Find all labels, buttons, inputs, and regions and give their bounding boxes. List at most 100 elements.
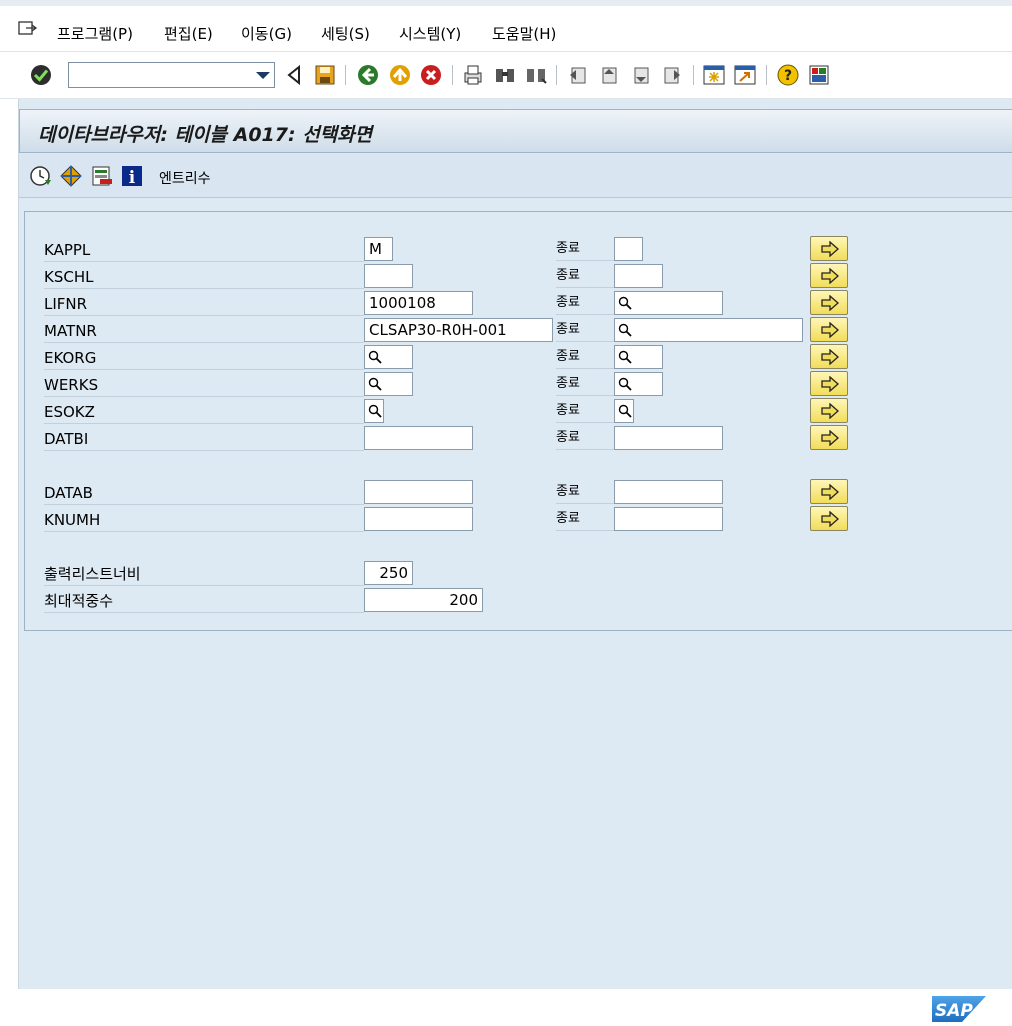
to-label: 종료 xyxy=(556,399,616,423)
search-help-icon[interactable] xyxy=(368,404,382,418)
print-icon[interactable] xyxy=(461,63,485,87)
field-label-esokz: ESOKZ xyxy=(44,400,364,424)
menu-edit[interactable]: 편집(E) xyxy=(164,23,213,44)
menu-program[interactable]: 프로그램(P) xyxy=(57,23,133,44)
main-area: 데이타브라우저: 테이블 A017: 선택화면 i 엔트리수 KAPPL M 종… xyxy=(18,99,1012,989)
command-field[interactable] xyxy=(68,62,275,88)
menu-icon[interactable] xyxy=(18,20,38,38)
matnr-multiple-selection-button[interactable] xyxy=(810,317,848,342)
lifnr-multiple-selection-button[interactable] xyxy=(810,290,848,315)
first-page-icon[interactable] xyxy=(566,63,590,87)
selection-options-icon[interactable] xyxy=(59,164,83,188)
field-label-knumh: KNUMH xyxy=(44,508,364,532)
ekorg-from-input[interactable] xyxy=(364,345,413,369)
execute-icon[interactable] xyxy=(29,164,53,188)
arrow-right-icon xyxy=(821,241,839,257)
chevron-down-icon[interactable] xyxy=(256,72,270,79)
datbi-from-input[interactable] xyxy=(364,426,473,450)
to-label: 종료 xyxy=(556,507,616,531)
arrow-right-icon xyxy=(821,376,839,392)
field-label-matnr: MATNR xyxy=(44,319,364,343)
new-session-icon[interactable] xyxy=(702,63,726,87)
shortcut-icon[interactable] xyxy=(733,63,757,87)
standard-toolbar: ? xyxy=(0,53,1012,99)
help-icon[interactable]: ? xyxy=(776,63,800,87)
datab-multiple-selection-button[interactable] xyxy=(810,479,848,504)
menu-settings[interactable]: 세팅(S) xyxy=(321,23,370,44)
menu-goto[interactable]: 이동(G) xyxy=(241,23,292,44)
arrow-right-icon xyxy=(821,484,839,500)
next-page-icon[interactable] xyxy=(629,63,653,87)
back-icon[interactable] xyxy=(283,63,307,87)
matnr-to-input[interactable] xyxy=(614,318,803,342)
menu-help[interactable]: 도움말(H) xyxy=(492,23,556,44)
werks-to-input[interactable] xyxy=(614,372,663,396)
arrow-right-icon xyxy=(821,511,839,527)
arrow-right-icon xyxy=(821,403,839,419)
separator xyxy=(693,65,694,85)
to-label: 종료 xyxy=(556,291,616,315)
menu-bar: 프로그램(P) 편집(E) 이동(G) 세팅(S) 시스템(Y) 도움말(H) xyxy=(0,0,1012,52)
output-width-input[interactable]: 250 xyxy=(364,561,413,585)
save-icon[interactable] xyxy=(313,63,337,87)
werks-from-input[interactable] xyxy=(364,372,413,396)
kappl-multiple-selection-button[interactable] xyxy=(810,236,848,261)
cancel-icon[interactable] xyxy=(419,63,443,87)
delete-selection-icon[interactable] xyxy=(90,164,114,188)
esokz-to-input[interactable] xyxy=(614,399,634,423)
ekorg-multiple-selection-button[interactable] xyxy=(810,344,848,369)
datab-from-input[interactable] xyxy=(364,480,473,504)
number-of-entries-button[interactable]: 엔트리수 xyxy=(159,168,211,188)
esokz-from-input[interactable] xyxy=(364,399,384,423)
knumh-to-input[interactable] xyxy=(614,507,723,531)
kappl-to-input[interactable] xyxy=(614,237,643,261)
to-label: 종료 xyxy=(556,345,616,369)
max-hits-input[interactable]: 200 xyxy=(364,588,483,612)
svg-text:SAP: SAP xyxy=(935,1001,973,1021)
to-label: 종료 xyxy=(556,264,616,288)
search-help-icon[interactable] xyxy=(618,296,632,310)
exit-icon[interactable] xyxy=(388,63,412,87)
find-icon[interactable] xyxy=(493,63,517,87)
search-help-icon[interactable] xyxy=(618,350,632,364)
to-label: 종료 xyxy=(556,480,616,504)
search-help-icon[interactable] xyxy=(368,350,382,364)
esokz-multiple-selection-button[interactable] xyxy=(810,398,848,423)
back-green-icon[interactable] xyxy=(356,63,380,87)
search-help-icon[interactable] xyxy=(618,323,632,337)
kschl-to-input[interactable] xyxy=(614,264,663,288)
info-icon[interactable]: i xyxy=(120,164,144,188)
matnr-from-input[interactable]: CLSAP30-R0H-001 xyxy=(364,318,553,342)
lifnr-to-input[interactable] xyxy=(614,291,723,315)
enter-icon[interactable] xyxy=(29,63,53,87)
field-label-lifnr: LIFNR xyxy=(44,292,364,316)
lifnr-from-input[interactable]: 1000108 xyxy=(364,291,473,315)
kappl-from-input[interactable]: M xyxy=(364,237,393,261)
find-next-icon[interactable] xyxy=(524,63,548,87)
field-label-kappl: KAPPL xyxy=(44,238,364,262)
arrow-right-icon xyxy=(821,430,839,446)
knumh-multiple-selection-button[interactable] xyxy=(810,506,848,531)
to-label: 종료 xyxy=(556,237,616,261)
search-help-icon[interactable] xyxy=(618,404,632,418)
svg-text:i: i xyxy=(129,168,136,188)
selection-panel: KAPPL M 종료 KSCHL 종료 LIFNR 1000108 종료 MAT… xyxy=(24,211,1012,631)
separator xyxy=(556,65,557,85)
werks-multiple-selection-button[interactable] xyxy=(810,371,848,396)
kschl-from-input[interactable] xyxy=(364,264,413,288)
datab-to-input[interactable] xyxy=(614,480,723,504)
arrow-right-icon xyxy=(821,322,839,338)
menu-system[interactable]: 시스템(Y) xyxy=(399,23,461,44)
knumh-from-input[interactable] xyxy=(364,507,473,531)
prev-page-icon[interactable] xyxy=(597,63,621,87)
datbi-multiple-selection-button[interactable] xyxy=(810,425,848,450)
kschl-multiple-selection-button[interactable] xyxy=(810,263,848,288)
layout-icon[interactable] xyxy=(807,63,831,87)
search-help-icon[interactable] xyxy=(618,377,632,391)
search-help-icon[interactable] xyxy=(368,377,382,391)
last-page-icon[interactable] xyxy=(660,63,684,87)
ekorg-to-input[interactable] xyxy=(614,345,663,369)
datbi-to-input[interactable] xyxy=(614,426,723,450)
separator xyxy=(452,65,453,85)
max-hits-label: 최대적중수 xyxy=(44,589,364,613)
